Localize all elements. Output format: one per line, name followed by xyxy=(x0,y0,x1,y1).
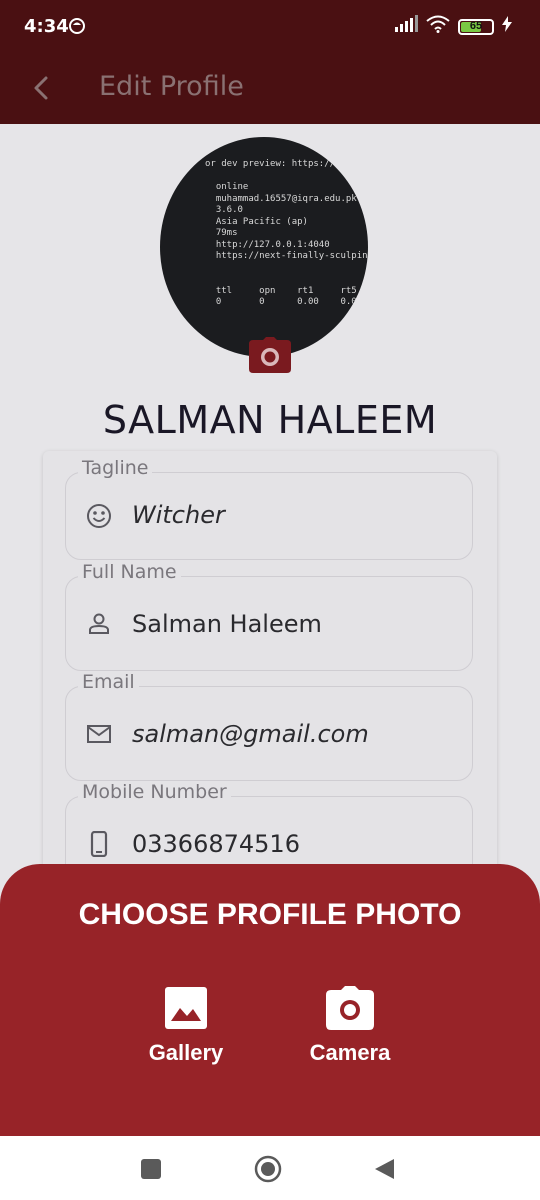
profile-photo[interactable]: or dev preview: https://ngrok.com online… xyxy=(160,137,368,357)
signal-icon xyxy=(394,15,418,38)
gallery-label: Gallery xyxy=(148,1040,224,1065)
smiley-icon xyxy=(86,503,112,529)
choose-photo-sheet: CHOOSE PROFILE PHOTO Gallery Camera xyxy=(0,864,540,1136)
person-icon xyxy=(86,611,112,637)
charging-icon xyxy=(502,16,512,37)
camera-icon xyxy=(290,986,410,1030)
app-bar: Edit Profile xyxy=(0,54,540,124)
gallery-option[interactable]: Gallery xyxy=(126,986,246,1096)
back-arrow-icon[interactable] xyxy=(24,70,60,106)
tagline-label: Tagline xyxy=(78,457,153,479)
tagline-value: Witcher xyxy=(132,501,225,529)
mail-icon xyxy=(86,721,112,747)
change-photo-camera-icon[interactable] xyxy=(249,337,291,373)
tagline-field[interactable]: Tagline Witcher xyxy=(65,457,473,560)
profile-form-card: Tagline Witcher Full Name Salman Haleem … xyxy=(43,451,497,891)
battery-level: 65 xyxy=(469,19,483,32)
camera-label: Camera xyxy=(309,1040,391,1065)
full-name-value: Salman Haleem xyxy=(132,610,322,638)
back-triangle-icon[interactable] xyxy=(370,1154,400,1184)
home-circle-icon[interactable] xyxy=(253,1154,283,1184)
full-name-label: Full Name xyxy=(78,561,181,583)
camera-option[interactable]: Camera xyxy=(290,986,410,1096)
sheet-title: CHOOSE PROFILE PHOTO xyxy=(78,898,462,931)
email-label: Email xyxy=(78,671,139,693)
image-icon xyxy=(126,986,246,1030)
profile-name: SALMAN HALEEM xyxy=(102,398,438,442)
status-bar: 4:34 65 xyxy=(0,0,540,54)
phone-icon xyxy=(86,830,112,858)
system-nav-bar xyxy=(0,1136,540,1200)
wifi-icon xyxy=(426,15,450,38)
recents-square-icon[interactable] xyxy=(136,1154,166,1184)
full-name-field[interactable]: Full Name Salman Haleem xyxy=(65,561,473,671)
page-title: Edit Profile xyxy=(99,71,244,102)
email-value: salman@gmail.com xyxy=(132,720,369,748)
status-time: 4:34 xyxy=(24,16,69,37)
battery-icon: 65 xyxy=(458,18,494,35)
profile-photo-content: or dev preview: https://ngrok.com online… xyxy=(205,159,368,307)
mobile-number-value: 03366874516 xyxy=(132,830,300,858)
email-field[interactable]: Email salman@gmail.com xyxy=(65,671,473,781)
status-icons: 65 xyxy=(394,15,512,38)
mobile-number-label: Mobile Number xyxy=(78,781,231,803)
notification-icon xyxy=(68,17,86,40)
